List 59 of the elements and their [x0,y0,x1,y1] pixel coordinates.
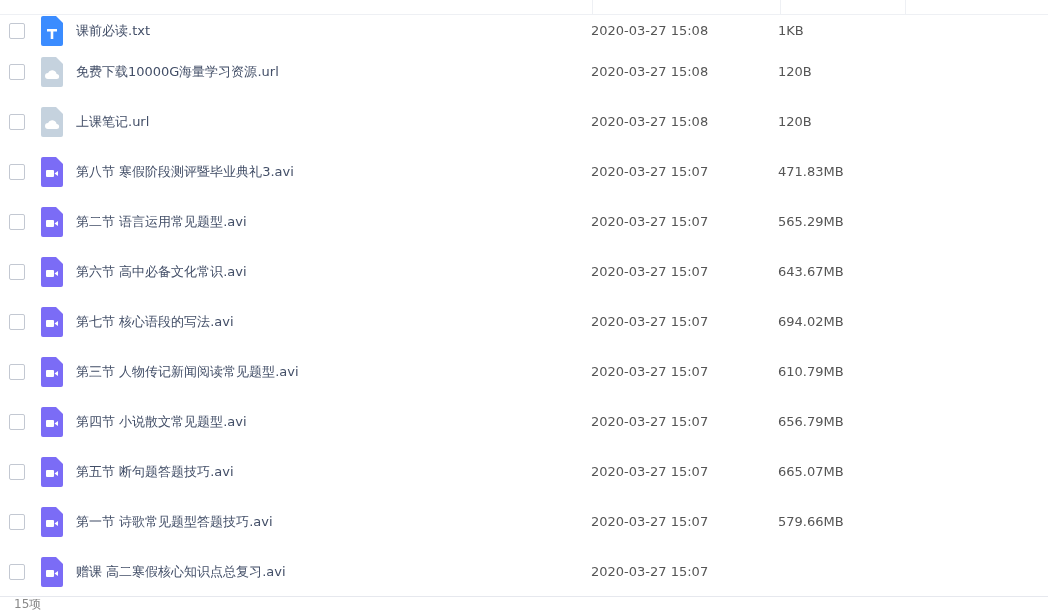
modified-date: 2020-03-27 15:07 [591,264,709,280]
file-size: 120B [778,113,812,132]
checkbox[interactable] [9,414,25,430]
file-name[interactable]: 第五节 断句题答题技巧.avi [76,464,234,480]
file-name[interactable]: 第一节 诗歌常见题型答题技巧.avi [76,514,273,530]
checkbox[interactable] [9,264,25,280]
modified-date: 2020-03-27 15:07 [591,214,709,230]
video-file-icon [40,507,64,537]
file-name[interactable]: 赠课 高二寒假核心知识点总复习.avi [76,563,286,579]
file-name[interactable]: 课前必读.txt [76,23,151,39]
file-name[interactable]: 第三节 人物传记新闻阅读常见题型.avi [76,364,299,380]
video-file-icon [40,407,64,437]
video-file-icon [40,257,64,287]
modified-date: 2020-03-27 15:07 [591,514,709,530]
file-name[interactable]: 第七节 核心语段的写法.avi [76,314,234,330]
video-file-icon [40,457,64,487]
checkbox[interactable] [9,464,25,480]
file-name[interactable]: 第六节 高中必备文化常识.avi [76,264,247,280]
checkbox[interactable] [9,364,25,380]
modified-date: 2020-03-27 15:08 [591,64,709,80]
checkbox[interactable] [9,514,25,530]
modified-date: 2020-03-27 15:07 [591,414,709,430]
file-size: 1KB [778,22,804,41]
file-size: 694.02MB [778,313,844,332]
file-name[interactable]: 免费下载10000G海量学习资源.url [76,64,279,80]
modified-date: 2020-03-27 15:07 [591,464,709,480]
checkbox[interactable] [9,23,25,39]
file-size: 610.79MB [778,363,844,382]
video-file-icon [40,357,64,387]
checkbox[interactable] [9,114,25,130]
file-size: 120B [778,63,812,82]
modified-date: 2020-03-27 15:07 [591,314,709,330]
modified-date: 2020-03-27 15:07 [591,563,709,579]
modified-date: 2020-03-27 15:07 [591,364,709,380]
file-name[interactable]: 上课笔记.url [76,114,150,130]
checkbox[interactable] [9,214,25,230]
checkbox[interactable] [9,563,25,580]
file-size: 665.07MB [778,463,844,482]
file-size: 643.67MB [778,263,844,282]
file-name[interactable]: 第八节 寒假阶段测评暨毕业典礼3.avi [76,164,294,180]
file-name[interactable]: 第二节 语言运用常见题型.avi [76,214,247,230]
video-file-icon [40,556,64,587]
video-file-icon [40,157,64,187]
cloud-file-icon [40,107,64,137]
file-size: 579.66MB [778,513,844,532]
video-file-icon [40,207,64,237]
file-size: 656.79MB [778,413,844,432]
file-size: 471.83MB [778,163,844,182]
modified-date: 2020-03-27 15:08 [591,114,709,130]
checkbox[interactable] [9,314,25,330]
cloud-file-icon [40,57,64,87]
item-count: 15项 [14,597,43,611]
modified-date: 2020-03-27 15:07 [591,164,709,180]
modified-date: 2020-03-27 15:08 [591,23,709,39]
checkbox[interactable] [9,64,25,80]
video-file-icon [40,307,64,337]
file-size: 565.29MB [778,213,844,232]
file-name[interactable]: 第四节 小说散文常见题型.avi [76,414,247,430]
checkbox[interactable] [9,164,25,180]
